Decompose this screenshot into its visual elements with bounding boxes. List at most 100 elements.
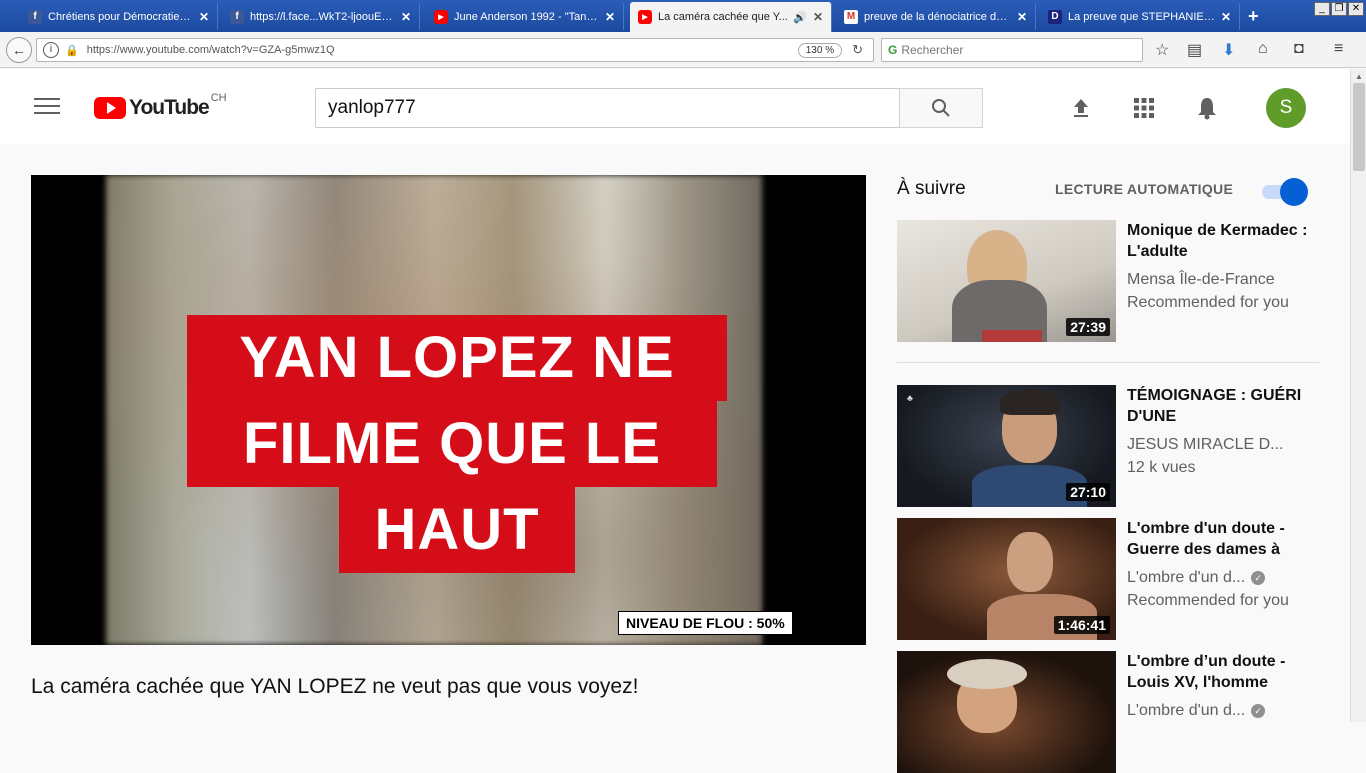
close-tab-icon[interactable]: ✕ [1017, 10, 1027, 24]
youtube-header: YouTube CH yanlop777 S [0, 69, 1350, 144]
video-thumbnail[interactable] [897, 651, 1116, 773]
pocket-icon[interactable]: ◘ [1294, 40, 1304, 58]
toggle-knob [1280, 178, 1308, 206]
zoom-level[interactable]: 130 % [797, 42, 843, 58]
hamburger-menu-icon[interactable] [34, 98, 60, 116]
recommendation-title[interactable]: TÉMOIGNAGE : GUÉRI D'UNE [1127, 385, 1317, 427]
menu-icon[interactable]: ≡ [1334, 40, 1343, 58]
channel-name[interactable]: L'ombre d'un d... [1127, 702, 1245, 719]
close-tab-icon[interactable]: ✕ [401, 10, 411, 24]
browser-search-input[interactable]: G Rechercher [881, 38, 1143, 62]
minimize-button[interactable]: _ [1314, 2, 1330, 16]
video-player[interactable]: YAN LOPEZ NE FILME QUE LE HAUT NIVEAU DE… [31, 175, 866, 645]
autoplay-label: LECTURE AUTOMATIQUE [1055, 181, 1234, 197]
recommended-video[interactable]: L'ombre d’un doute - Louis XV, l'homme L… [897, 651, 1319, 773]
gmail-icon: M [844, 9, 858, 24]
restore-button[interactable]: ❐ [1331, 2, 1347, 16]
divider [897, 362, 1319, 363]
back-button[interactable]: ← [6, 37, 32, 63]
autoplay-toggle[interactable] [1260, 178, 1308, 206]
logo-text: YouTube [129, 96, 210, 119]
browser-tab[interactable]: D La preuve que STEPHANIE ... ✕ [1040, 3, 1240, 30]
overlay-caption-line: YAN LOPEZ NE [187, 315, 727, 401]
overlay-caption-line: FILME QUE LE [187, 401, 717, 487]
search-engine-icon: G [888, 43, 898, 57]
video-duration: 1:46:41 [1053, 616, 1110, 634]
browser-tab[interactable]: f https://l.face...WkT2-ljoouE2Q ✕ [222, 3, 420, 30]
search-button[interactable] [899, 88, 983, 128]
recommendation-title[interactable]: L'ombre d’un doute - Louis XV, l'homme [1127, 651, 1317, 693]
close-tab-icon[interactable]: ✕ [605, 10, 615, 24]
verified-check-icon: ✓ [1251, 703, 1266, 718]
browser-tab-active[interactable]: ▶ La caméra cachée que Y... 🔊 ✕ [630, 2, 832, 32]
url-text[interactable]: https://www.youtube.com/watch?v=GZA-g5mw… [87, 44, 798, 56]
video-title: La caméra cachée que YAN LOPEZ ne veut p… [31, 675, 639, 698]
video-meta: 12 k vues [1127, 459, 1196, 476]
info-icon[interactable]: i [43, 42, 59, 58]
recommended-video[interactable]: 27:39 Monique de Kermadec : L'adulte Men… [897, 220, 1319, 342]
notifications-bell-icon[interactable] [1194, 95, 1220, 121]
avatar[interactable]: S [1266, 88, 1306, 128]
tab-label: La caméra cachée que Y... [658, 11, 788, 23]
back-arrow-icon: ← [12, 42, 26, 58]
youtube-icon: ▶ [434, 9, 448, 24]
tab-label: https://l.face...WkT2-ljoouE2Q [250, 10, 395, 23]
recommended-video[interactable]: ♣ 27:10 TÉMOIGNAGE : GUÉRI D'UNE JESUS M… [897, 385, 1319, 507]
country-code: CH [210, 92, 227, 104]
video-thumbnail[interactable]: ♣ 27:10 [897, 385, 1116, 507]
channel-logo: ♣ [907, 393, 913, 403]
browser-tab[interactable]: M preuve de la dénociatrice de ... ✕ [836, 3, 1036, 30]
tab-label: Chrétiens pour Démocratie dir... [48, 10, 193, 23]
youtube-icon: ▶ [638, 10, 652, 24]
url-bar[interactable]: i 🔒 https://www.youtube.com/watch?v=GZA-… [36, 38, 874, 62]
upload-icon[interactable] [1068, 95, 1094, 121]
browser-tab[interactable]: f Chrétiens pour Démocratie dir... ✕ [20, 3, 218, 30]
lock-icon: 🔒 [65, 44, 79, 57]
browser-tab[interactable]: ▶ June Anderson 1992 - "Tanti ... ✕ [426, 3, 624, 30]
recommendation-title[interactable]: Monique de Kermadec : L'adulte [1127, 220, 1317, 262]
tab-label: preuve de la dénociatrice de ... [864, 10, 1011, 23]
channel-name[interactable]: Mensa Île-de-France [1127, 268, 1297, 291]
recommendation-title[interactable]: L'ombre d'un doute - Guerre des dames à [1127, 518, 1317, 560]
recommended-video[interactable]: 1:46:41 L'ombre d'un doute - Guerre des … [897, 518, 1319, 640]
dailymotion-icon: D [1048, 9, 1062, 24]
video-duration: 27:10 [1066, 483, 1110, 501]
bookmark-star-icon[interactable]: ☆ [1155, 40, 1169, 60]
reading-list-icon[interactable]: ▤ [1187, 40, 1202, 60]
speaker-icon[interactable]: 🔊 [793, 11, 807, 24]
facebook-icon: f [230, 9, 244, 24]
up-next-heading: À suivre [897, 178, 966, 199]
browser-nav-bar: ← i 🔒 https://www.youtube.com/watch?v=GZ… [0, 32, 1366, 68]
scroll-up-arrow-icon[interactable]: ▲ [1355, 72, 1363, 81]
reload-icon[interactable]: ↻ [852, 42, 863, 58]
new-tab-button[interactable]: + [1248, 6, 1259, 27]
video-thumbnail[interactable]: 1:46:41 [897, 518, 1116, 640]
overlay-caption-line: HAUT [339, 487, 575, 573]
video-meta: Recommended for you [1127, 294, 1289, 311]
video-thumbnail[interactable]: 27:39 [897, 220, 1116, 342]
youtube-logo[interactable]: YouTube CH [94, 92, 227, 120]
video-meta: Recommended for you [1127, 592, 1289, 609]
close-tab-icon[interactable]: ✕ [199, 10, 209, 24]
search-placeholder: Rechercher [901, 43, 964, 57]
youtube-play-icon [94, 97, 126, 119]
close-window-button[interactable]: ✕ [1348, 2, 1364, 16]
tab-label: June Anderson 1992 - "Tanti ... [454, 10, 599, 23]
facebook-icon: f [28, 9, 42, 24]
video-duration: 27:39 [1066, 318, 1110, 336]
scrollbar-thumb[interactable] [1353, 83, 1365, 171]
download-icon[interactable]: ⬇ [1222, 40, 1235, 60]
apps-grid-icon[interactable] [1131, 95, 1157, 121]
page-scrollbar[interactable]: ▲ [1350, 69, 1366, 722]
home-icon[interactable]: ⌂ [1258, 40, 1268, 58]
channel-name[interactable]: L'ombre d'un d... [1127, 569, 1245, 586]
close-tab-icon[interactable]: ✕ [813, 10, 823, 24]
browser-tab-bar: f Chrétiens pour Démocratie dir... ✕ f h… [0, 0, 1366, 32]
search-icon [932, 99, 950, 117]
search-input[interactable]: yanlop777 [315, 88, 900, 128]
channel-name[interactable]: JESUS MIRACLE D... [1127, 433, 1297, 456]
tab-label: La preuve que STEPHANIE ... [1068, 10, 1215, 23]
blur-level-label: NIVEAU DE FLOU : 50% [618, 611, 793, 635]
close-tab-icon[interactable]: ✕ [1221, 10, 1231, 24]
verified-check-icon: ✓ [1251, 570, 1266, 585]
